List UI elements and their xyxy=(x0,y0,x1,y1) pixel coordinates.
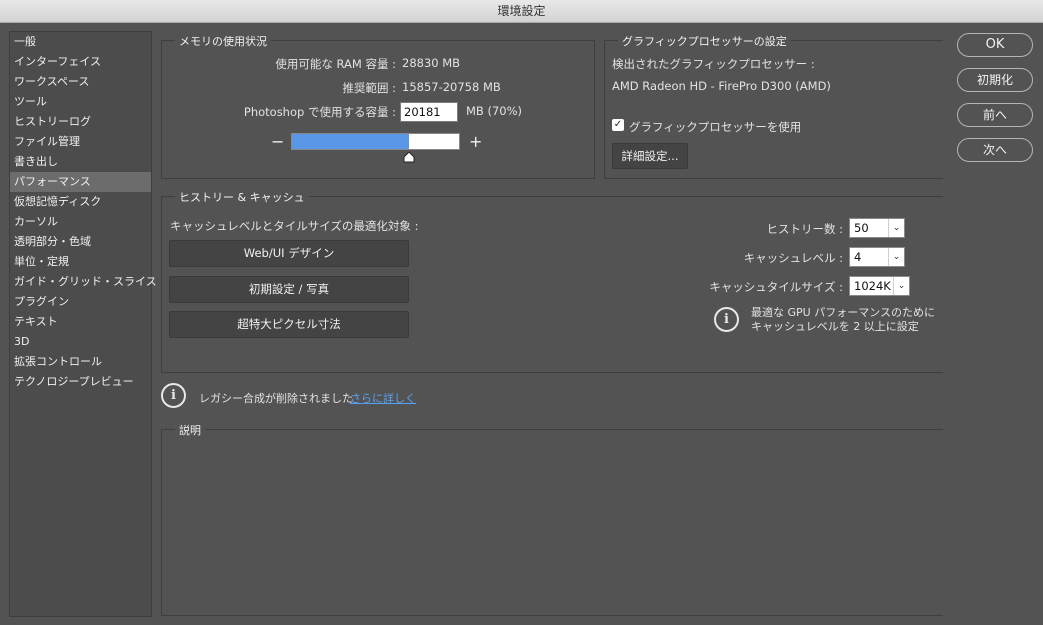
description-group xyxy=(161,429,943,616)
cache-levels-label: キャッシュレベル : xyxy=(743,251,843,265)
sidebar-item[interactable]: テキスト xyxy=(10,312,151,332)
use-gpu-checkbox[interactable]: ✓ xyxy=(612,119,624,131)
next-button[interactable]: 次へ xyxy=(957,138,1033,162)
history-cache-title: ヒストリー & キャッシュ xyxy=(175,189,309,205)
chevron-down-icon: ⌄ xyxy=(888,219,904,237)
cache-tile-size-select[interactable]: 1024K ⌄ xyxy=(849,276,910,296)
advanced-settings-button[interactable]: 詳細設定... xyxy=(612,143,688,169)
sidebar-item[interactable]: ワークスペース xyxy=(10,72,151,92)
info-icon: i xyxy=(161,383,186,408)
sidebar-item[interactable]: インターフェイス xyxy=(10,52,151,72)
ideal-range-value: 15857-20758 MB xyxy=(402,80,501,94)
preferences-sidebar: 一般 インターフェイス ワークスペース ツール ヒストリーログ ファイル管理 書き出し パフォ… xyxy=(9,31,157,617)
sidebar-item[interactable]: 単位・定規 xyxy=(10,252,151,272)
cache-levels-value: 4 xyxy=(854,250,862,264)
gpu-settings-title: グラフィックプロセッサーの設定 xyxy=(618,33,791,49)
available-ram-label: 使用可能な RAM 容量 : xyxy=(275,57,396,71)
cache-tip-line2: キャッシュレベルを 2 以上に設定 xyxy=(751,320,919,333)
learn-more-link[interactable]: さらに詳しく xyxy=(350,390,416,406)
slider-thumb-icon[interactable] xyxy=(403,152,415,163)
ok-button[interactable]: OK xyxy=(957,33,1033,57)
window-title: 環境設定 xyxy=(0,0,1043,23)
memory-use-label: Photoshop で使用する容量 : xyxy=(243,105,396,119)
sidebar-item[interactable]: 書き出し xyxy=(10,152,151,172)
info-icon: i xyxy=(714,307,739,332)
preset-default-photos-button[interactable]: 初期設定 / 写真 xyxy=(169,276,409,303)
prev-button[interactable]: 前へ xyxy=(957,103,1033,127)
history-states-value: 50 xyxy=(854,221,869,235)
memory-slider-fill xyxy=(292,134,409,149)
legacy-message: レガシー合成が削除されました xyxy=(199,392,353,405)
sidebar-item[interactable]: プラグイン xyxy=(10,292,151,312)
history-states-select[interactable]: 50 ⌄ xyxy=(849,218,905,238)
sidebar-item[interactable]: パフォーマンス xyxy=(10,172,151,192)
sidebar-item[interactable]: 拡張コントロール xyxy=(10,352,151,372)
memory-usage-title: メモリの使用状況 xyxy=(175,33,271,49)
cache-levels-select[interactable]: 4 ⌄ xyxy=(849,247,905,267)
memory-use-suffix: MB (70%) xyxy=(466,104,523,118)
ideal-range-label: 推奨範囲 : xyxy=(342,81,396,95)
preset-web-ui-button[interactable]: Web/UI デザイン xyxy=(169,240,409,267)
sidebar-item[interactable]: ファイル管理 xyxy=(10,132,151,152)
sidebar-item[interactable]: 3D xyxy=(10,332,151,352)
detected-gpu-value: AMD Radeon HD - FirePro D300 (AMD) xyxy=(612,79,831,93)
use-gpu-label: グラフィックプロセッサーを使用 xyxy=(629,120,802,134)
reset-button[interactable]: 初期化 xyxy=(957,68,1033,92)
sidebar-item[interactable]: 一般 xyxy=(10,32,151,52)
chevron-down-icon: ⌄ xyxy=(893,277,909,295)
description-title: 説明 xyxy=(175,422,205,438)
sidebar-item[interactable]: 仮想記憶ディスク xyxy=(10,192,151,212)
sidebar-item[interactable]: ツール xyxy=(10,92,151,112)
cache-tile-size-value: 1024K xyxy=(854,279,891,293)
optimize-label: キャッシュレベルとタイルサイズの最適化対象 : xyxy=(170,219,419,233)
available-ram-value: 28830 MB xyxy=(402,56,461,70)
sidebar-item[interactable]: ガイド・グリッド・スライス xyxy=(10,272,157,292)
detected-gpu-label: 検出されたグラフィックプロセッサー : xyxy=(612,57,815,71)
plus-icon[interactable]: + xyxy=(469,134,482,150)
sidebar-item[interactable]: ヒストリーログ xyxy=(10,112,151,132)
memory-use-input[interactable]: 20181 xyxy=(400,102,458,122)
sidebar-item[interactable]: テクノロジープレビュー xyxy=(10,372,151,392)
sidebar-item[interactable]: 透明部分・色域 xyxy=(10,232,151,252)
preset-huge-pixel-button[interactable]: 超特大ピクセル寸法 xyxy=(169,311,409,338)
chevron-down-icon: ⌄ xyxy=(888,248,904,266)
memory-slider[interactable] xyxy=(291,133,460,150)
sidebar-item[interactable]: カーソル xyxy=(10,212,151,232)
cache-tile-size-label: キャッシュタイルサイズ : xyxy=(709,280,843,294)
history-states-label: ヒストリー数 : xyxy=(766,222,843,236)
minus-icon[interactable]: − xyxy=(271,134,284,150)
